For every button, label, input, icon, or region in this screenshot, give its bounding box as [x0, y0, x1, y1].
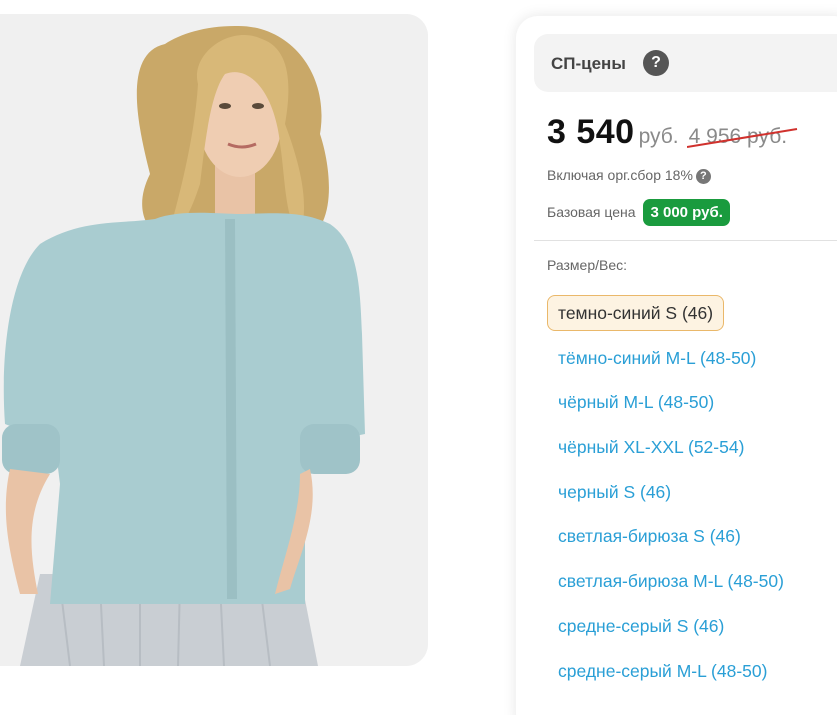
base-price-row: Базовая цена 3 000 руб. — [547, 199, 730, 226]
base-price-badge: 3 000 руб. — [643, 199, 730, 226]
sp-prices-header: СП-цены ? — [534, 34, 837, 92]
size-variant-option[interactable]: черный S (46) — [547, 474, 795, 510]
size-variant-option[interactable]: средне-серый S (46) — [547, 608, 795, 644]
question-circle-icon[interactable]: ? — [695, 169, 711, 184]
including-fee-text: Включая орг.сбор 18%? — [547, 167, 711, 184]
price-row: 3 540 руб. 4 956 руб. — [547, 113, 797, 152]
size-variant-option[interactable]: темно-синий S (46) — [547, 295, 725, 331]
size-variant-option[interactable]: светлая-бирюза S (46) — [547, 518, 795, 554]
old-price: 4 956 руб. — [688, 125, 788, 148]
old-price-wrapper: 4 956 руб. — [686, 125, 797, 149]
price-currency: руб. — [638, 125, 679, 148]
size-weight-label: Размер/Вес: — [547, 257, 628, 273]
size-variant-option[interactable]: чёрный XL-XXL (52-54) — [547, 429, 795, 465]
product-photo — [0, 14, 428, 666]
pricing-card: СП-цены ? 3 540 руб. 4 956 руб. Включая ор… — [516, 16, 837, 715]
divider — [534, 240, 837, 241]
size-variant-option[interactable]: чёрный M-L (48-50) — [547, 384, 795, 420]
size-variant-option[interactable]: светлая-бирюза M-L (48-50) — [547, 563, 795, 599]
base-price-label: Базовая цена — [547, 204, 636, 220]
size-variant-option[interactable]: тёмно-синий M-L (48-50) — [547, 340, 795, 376]
question-circle-icon[interactable]: ? — [643, 50, 669, 76]
including-fee-label: Включая орг.сбор 18% — [547, 167, 693, 183]
sp-prices-title: СП-цены — [551, 54, 626, 73]
size-variant-list: темно-синий S (46) тёмно-синий M-L (48-5… — [547, 295, 795, 697]
current-price: 3 540 — [547, 113, 635, 151]
size-variant-option[interactable]: средне-серый M-L (48-50) — [547, 653, 795, 689]
